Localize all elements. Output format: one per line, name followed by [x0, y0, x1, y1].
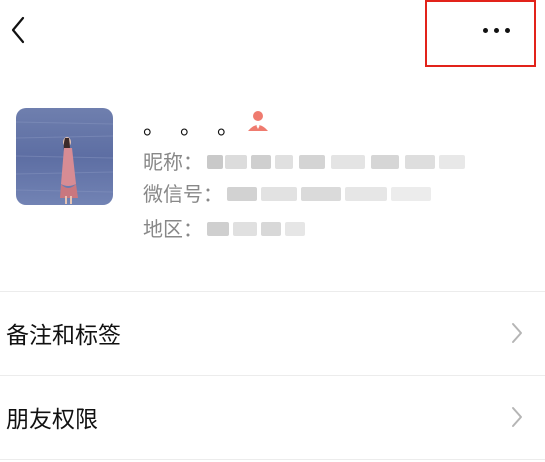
contact-profile-page: 。。。 昵称： 微信号： 地区： 备注和标签 朋友权限 [0, 0, 545, 462]
nickname-row: 昵称： [143, 149, 467, 175]
more-dots-icon [483, 28, 510, 33]
person-icon [246, 108, 270, 132]
remarks-and-tags-item[interactable]: 备注和标签 [0, 292, 545, 374]
back-button[interactable] [4, 10, 32, 50]
friend-permissions-item[interactable]: 朋友权限 [0, 376, 545, 458]
avatar-image [16, 108, 113, 205]
region-value-blurred [207, 220, 307, 238]
nickname-label: 昵称： [143, 150, 203, 174]
divider [0, 459, 545, 460]
nickname-value-blurred [207, 153, 467, 171]
more-options-button[interactable] [425, 0, 536, 67]
avatar[interactable] [16, 108, 113, 205]
region-row: 地区： [143, 216, 307, 242]
remarks-and-tags-label: 备注和标签 [6, 323, 121, 349]
chevron-right-icon [512, 407, 522, 427]
friend-permissions-label: 朋友权限 [6, 407, 98, 433]
wechat-id-row: 微信号： [143, 181, 433, 207]
chevron-left-icon [11, 16, 25, 44]
chevron-right-icon [512, 323, 522, 343]
region-label: 地区： [143, 217, 203, 241]
wechat-id-value-blurred [227, 185, 433, 203]
wechat-id-label: 微信号： [143, 182, 223, 206]
